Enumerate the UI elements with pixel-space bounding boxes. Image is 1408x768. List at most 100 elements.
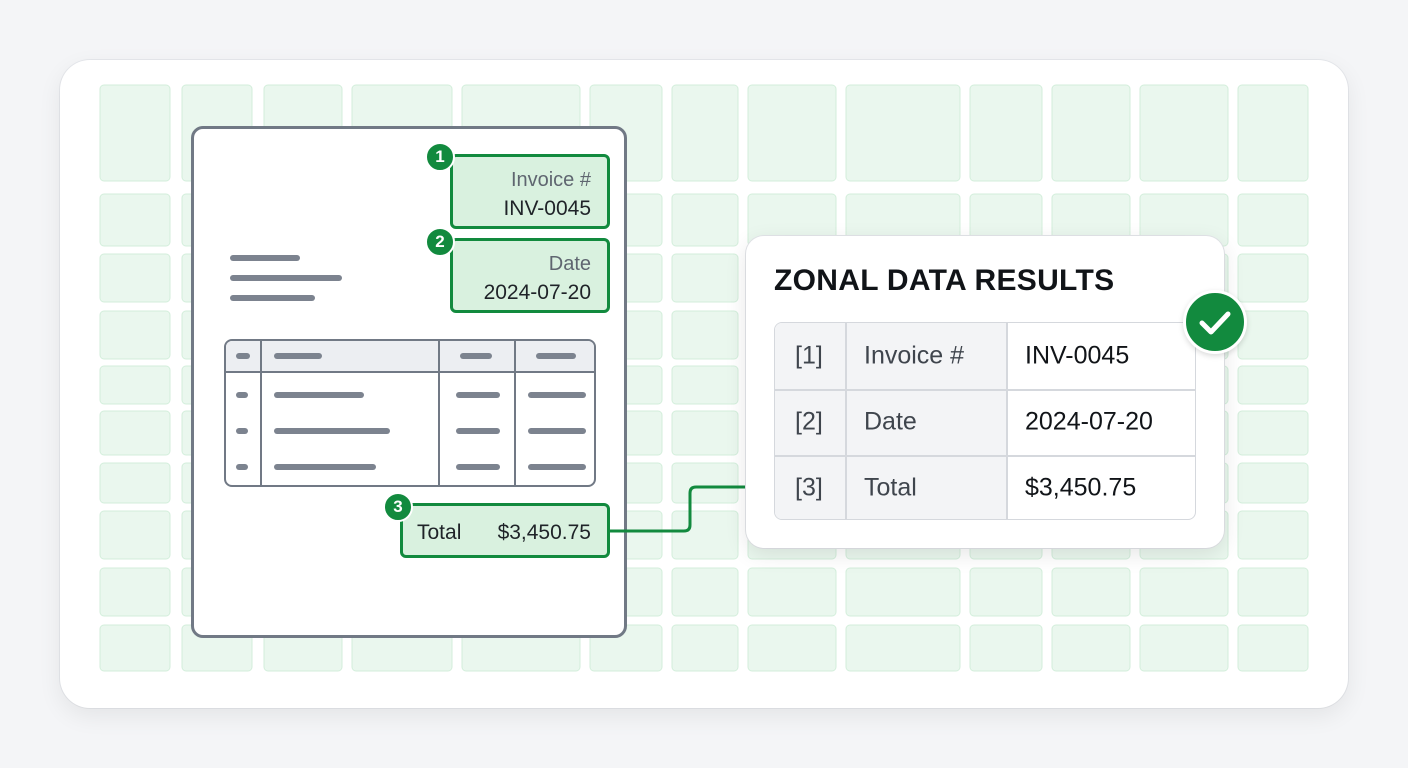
- zone-label: Date: [548, 253, 591, 275]
- grid-cell: [99, 624, 171, 672]
- row-placeholder: [528, 464, 586, 470]
- grid-cell: [671, 253, 739, 303]
- grid-cell: [99, 253, 171, 303]
- grid-cell: [671, 310, 739, 360]
- grid-cell: [845, 84, 961, 182]
- results-table: [1] Invoice # INV-0045 [2] Date 2024-07-…: [774, 322, 1196, 520]
- zone-badge-2: 2: [425, 227, 455, 257]
- zone-date[interactable]: Date 2024-07-20: [450, 238, 610, 313]
- doc-text-line: [230, 255, 300, 261]
- grid-cell: [671, 462, 739, 504]
- table-row: [3] Total $3,450.75: [775, 455, 1195, 519]
- row-index: [2]: [795, 407, 823, 436]
- header-placeholder: [536, 353, 576, 359]
- grid-cell: [845, 624, 961, 672]
- grid-cell: [1237, 84, 1309, 182]
- grid-cell: [1139, 624, 1229, 672]
- header-placeholder: [274, 353, 322, 359]
- row-placeholder: [236, 392, 248, 398]
- results-panel: ZONAL DATA RESULTS [1] Invoice # INV-004…: [746, 236, 1224, 548]
- grid-cell: [671, 410, 739, 456]
- table-divider: [514, 341, 516, 485]
- zone-value: INV-0045: [503, 197, 591, 220]
- grid-cell: [1237, 310, 1309, 360]
- row-placeholder: [528, 392, 586, 398]
- grid-cell: [671, 567, 739, 617]
- table-divider: [775, 389, 1195, 391]
- grid-cell: [1139, 567, 1229, 617]
- header-placeholder: [460, 353, 492, 359]
- grid-cell: [671, 510, 739, 560]
- grid-cell: [1237, 410, 1309, 456]
- grid-cell: [671, 84, 739, 182]
- zone-total[interactable]: Total $3,450.75: [400, 503, 610, 558]
- table-divider: [775, 455, 1195, 457]
- grid-cell: [99, 193, 171, 247]
- doc-text-line: [230, 275, 342, 281]
- grid-cell: [671, 624, 739, 672]
- table-divider: [1006, 323, 1008, 519]
- grid-cell: [99, 510, 171, 560]
- table-row: [1] Invoice # INV-0045: [775, 323, 1195, 389]
- zone-value: $3,450.75: [497, 521, 591, 544]
- row-index: [1]: [795, 341, 823, 370]
- grid-cell: [99, 365, 171, 405]
- row-placeholder: [456, 392, 500, 398]
- grid-cell: [671, 365, 739, 405]
- row-placeholder: [274, 464, 376, 470]
- row-value: INV-0045: [1025, 341, 1130, 370]
- row-field: Total: [864, 473, 917, 502]
- row-placeholder: [456, 428, 500, 434]
- grid-cell: [747, 84, 837, 182]
- table-divider: [438, 341, 440, 485]
- grid-cell: [99, 310, 171, 360]
- row-placeholder: [236, 428, 248, 434]
- zone-badge-3: 3: [383, 492, 413, 522]
- table-row: [2] Date 2024-07-20: [775, 389, 1195, 455]
- grid-cell: [845, 567, 961, 617]
- grid-cell: [747, 624, 837, 672]
- row-placeholder: [274, 392, 364, 398]
- row-placeholder: [528, 428, 586, 434]
- check-circle-icon: [1183, 290, 1247, 354]
- header-placeholder: [236, 353, 250, 359]
- zone-label: Invoice #: [510, 169, 591, 191]
- grid-cell: [99, 84, 171, 182]
- grid-cell: [747, 567, 837, 617]
- zone-badge-1: 1: [425, 142, 455, 172]
- grid-cell: [1237, 624, 1309, 672]
- row-placeholder: [236, 464, 248, 470]
- row-value: $3,450.75: [1025, 473, 1137, 502]
- grid-cell: [1139, 84, 1229, 182]
- grid-cell: [1051, 84, 1131, 182]
- row-value: 2024-07-20: [1025, 407, 1153, 436]
- table-divider: [260, 341, 262, 485]
- grid-cell: [99, 462, 171, 504]
- grid-cell: [1237, 193, 1309, 247]
- row-placeholder: [274, 428, 390, 434]
- row-placeholder: [456, 464, 500, 470]
- grid-cell: [969, 84, 1043, 182]
- results-title: ZONAL DATA RESULTS: [774, 264, 1115, 297]
- grid-cell: [1237, 462, 1309, 504]
- row-field: Date: [864, 407, 917, 436]
- row-index: [3]: [795, 473, 823, 502]
- grid-cell: [99, 410, 171, 456]
- grid-cell: [969, 624, 1043, 672]
- table-divider: [845, 323, 847, 519]
- grid-cell: [99, 567, 171, 617]
- zone-value: 2024-07-20: [483, 281, 591, 304]
- grid-cell: [1237, 253, 1309, 303]
- grid-cell: [1051, 567, 1131, 617]
- doc-text-line: [230, 295, 315, 301]
- zone-label: Total: [417, 521, 462, 544]
- grid-cell: [671, 193, 739, 247]
- grid-cell: [969, 567, 1043, 617]
- grid-cell: [1237, 365, 1309, 405]
- doc-line-items-table: [224, 339, 596, 487]
- grid-cell: [1237, 510, 1309, 560]
- row-field: Invoice #: [864, 341, 965, 370]
- grid-cell: [1051, 624, 1131, 672]
- zone-invoice-number[interactable]: Invoice # INV-0045: [450, 154, 610, 229]
- grid-cell: [1237, 567, 1309, 617]
